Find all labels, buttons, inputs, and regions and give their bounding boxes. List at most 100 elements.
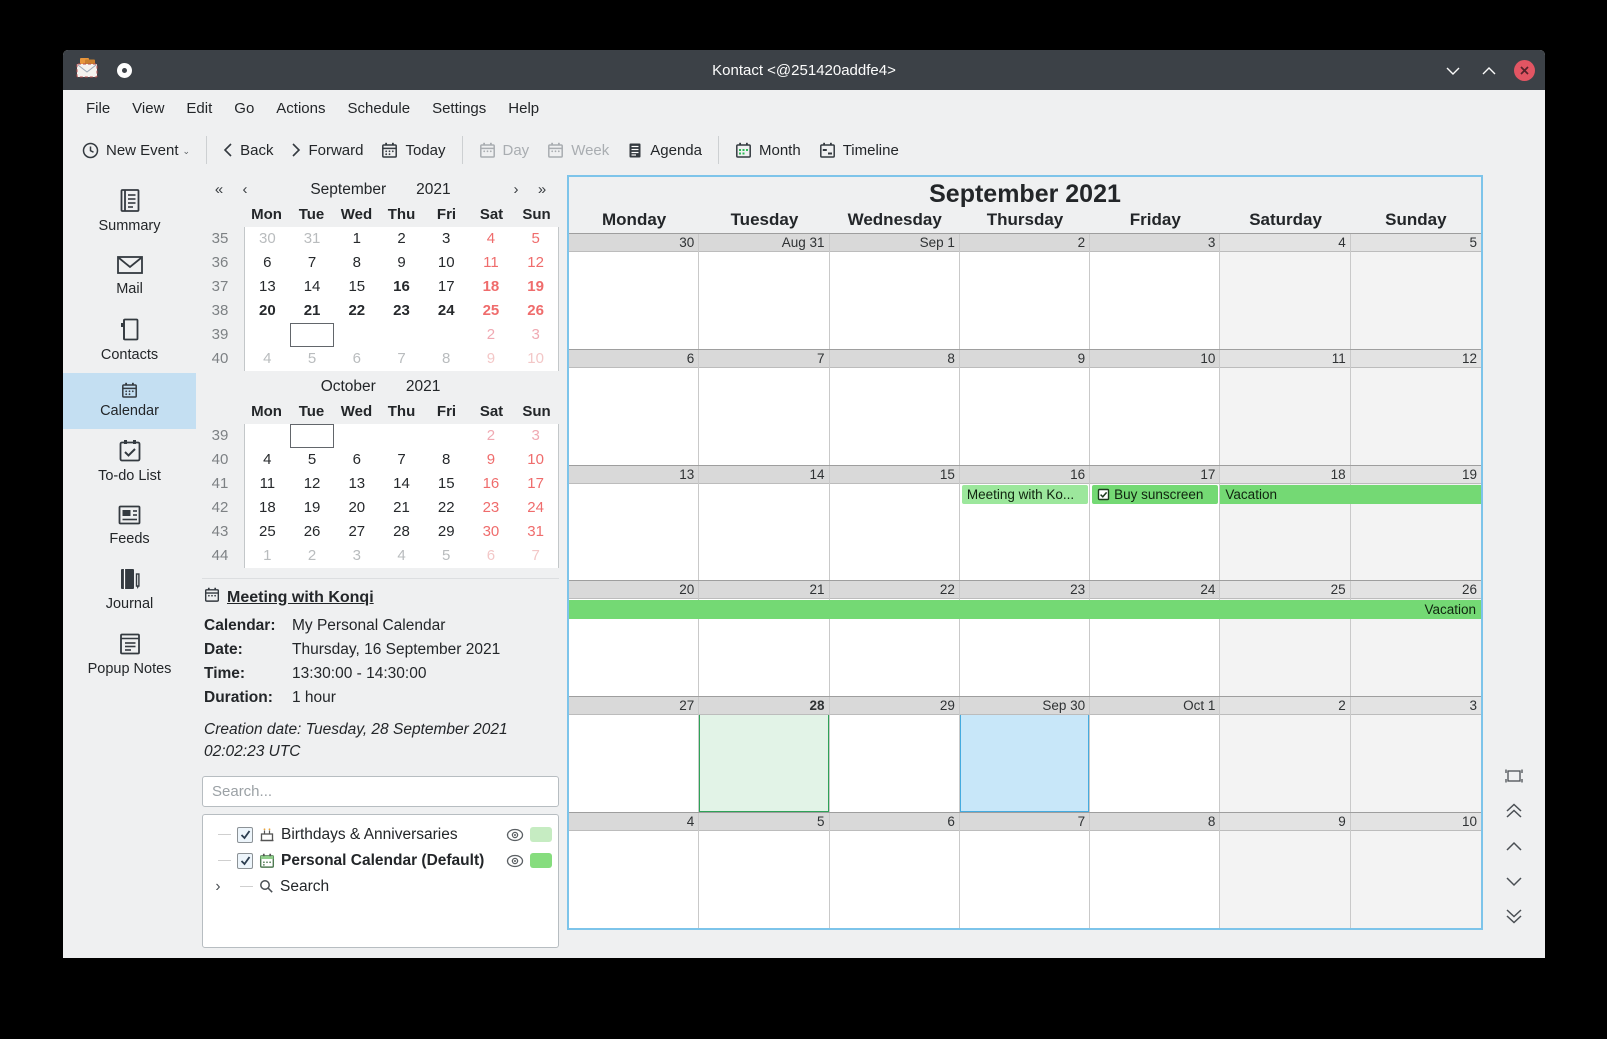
sidebar-item-feeds[interactable]: Feeds [63,494,196,557]
mini-day[interactable]: 18 [245,496,290,520]
month-cell[interactable]: 6 [569,350,699,465]
week-number[interactable]: 35 [202,227,244,251]
back-button[interactable]: Back [214,135,282,166]
month-cell[interactable]: 18 [1220,466,1350,581]
month-cell[interactable]: 28 [699,697,829,812]
month-cell[interactable]: 3 [1351,697,1481,812]
mini-day[interactable]: 21 [290,299,335,323]
mini-day[interactable]: 29 [424,520,469,544]
minicalendar-month[interactable]: October [321,378,376,396]
month-cell[interactable]: 11 [1220,350,1350,465]
month-cell[interactable]: 14 [699,466,829,581]
mini-day[interactable]: 2 [379,227,424,251]
week-number[interactable]: 38 [202,299,244,323]
mini-day[interactable]: 2 [469,424,514,448]
month-cell[interactable]: 17 [1090,466,1220,581]
week-number[interactable]: 39 [202,424,244,448]
sidebar-item-journal[interactable]: Journal [63,557,196,622]
menu-edit[interactable]: Edit [175,94,223,123]
mini-day[interactable]: 10 [424,251,469,275]
maximize-icon[interactable] [1478,59,1500,81]
menu-view[interactable]: View [121,94,175,123]
checkbox[interactable] [237,853,253,869]
month-cell[interactable]: 8 [830,350,960,465]
eye-icon[interactable] [506,828,524,842]
mini-day[interactable]: 14 [290,275,335,299]
mini-day[interactable]: 3 [424,227,469,251]
mini-day[interactable]: 10 [513,347,558,371]
mini-day[interactable]: 8 [424,448,469,472]
week-number[interactable]: 37 [202,275,244,299]
month-cell[interactable]: 10 [1351,813,1481,928]
mini-day[interactable]: 19 [290,496,335,520]
mini-day[interactable]: 15 [424,472,469,496]
mini-day[interactable]: 14 [379,472,424,496]
mini-day[interactable]: 1 [334,227,379,251]
mini-day[interactable]: 13 [245,275,290,299]
week-number[interactable]: 41 [202,472,244,496]
month-cell[interactable]: 9 [1220,813,1350,928]
month-cell[interactable]: 3 [1090,234,1220,349]
month-cell[interactable]: 26 [1351,581,1481,696]
event-pill[interactable]: Buy sunscreen [1092,485,1218,504]
agenda-button[interactable]: Agenda [618,135,711,166]
mini-day[interactable]: 1 [424,323,469,347]
mini-day[interactable]: 9 [379,251,424,275]
mini-day[interactable]: 22 [334,299,379,323]
mini-day[interactable]: 5 [290,448,335,472]
mini-day[interactable]: 28 [290,323,335,347]
mini-day[interactable]: 5 [290,347,335,371]
month-cell[interactable]: 27 [569,697,699,812]
next-month-button[interactable]: › [503,181,529,198]
mini-day[interactable]: 6 [334,448,379,472]
mini-day[interactable]: 12 [513,251,558,275]
mini-day[interactable]: 25 [469,299,514,323]
mini-day[interactable]: 6 [469,544,514,568]
month-cell[interactable]: 30 [569,234,699,349]
mini-day[interactable]: 8 [424,347,469,371]
month-cell[interactable]: 21 [699,581,829,696]
week-number[interactable]: 44 [202,544,244,568]
month-cell[interactable]: 20 [569,581,699,696]
week-number[interactable]: 40 [202,347,244,371]
scroll-down-icon[interactable] [1502,869,1526,893]
sidebar-item-mail[interactable]: Mail [63,244,196,307]
mini-day[interactable]: 3 [513,323,558,347]
close-icon[interactable] [1514,60,1535,81]
mini-day[interactable]: 2 [290,544,335,568]
week-number[interactable]: 36 [202,251,244,275]
mini-day[interactable]: 31 [290,227,335,251]
minicalendar-year[interactable]: 2021 [416,181,450,199]
menu-file[interactable]: File [75,94,121,123]
mini-day[interactable]: 3 [334,544,379,568]
month-cell[interactable]: 23 [960,581,1090,696]
mini-day[interactable]: 26 [513,299,558,323]
prev-year-button[interactable]: « [206,181,232,198]
month-cell[interactable]: 5 [699,813,829,928]
mini-day[interactable]: 25 [245,520,290,544]
month-cell[interactable]: 25 [1220,581,1350,696]
mini-day[interactable]: 23 [469,496,514,520]
event-pill[interactable]: Vacation [569,600,1481,619]
menu-settings[interactable]: Settings [421,94,497,123]
mini-day[interactable]: 5 [424,544,469,568]
calendar-list-item[interactable]: Personal Calendar (Default) [209,848,552,874]
mini-day[interactable]: 19 [513,275,558,299]
forward-button[interactable]: Forward [282,135,372,166]
minicalendar-year[interactable]: 2021 [406,378,440,396]
month-cell[interactable]: 2 [960,234,1090,349]
month-cell[interactable]: 4 [1220,234,1350,349]
month-cell[interactable]: 24 [1090,581,1220,696]
mini-day[interactable]: 17 [424,275,469,299]
mini-day[interactable]: 23 [379,299,424,323]
scroll-up-icon[interactable] [1502,834,1526,858]
mini-day[interactable]: 30 [245,227,290,251]
month-cell[interactable]: 7 [699,350,829,465]
month-cell[interactable]: 8 [1090,813,1220,928]
mini-day[interactable]: 24 [513,496,558,520]
mini-day[interactable]: 4 [469,227,514,251]
mini-day[interactable]: 2 [469,323,514,347]
mini-day[interactable]: 18 [469,275,514,299]
month-button[interactable]: Month [726,135,810,166]
mini-day[interactable]: 11 [245,472,290,496]
